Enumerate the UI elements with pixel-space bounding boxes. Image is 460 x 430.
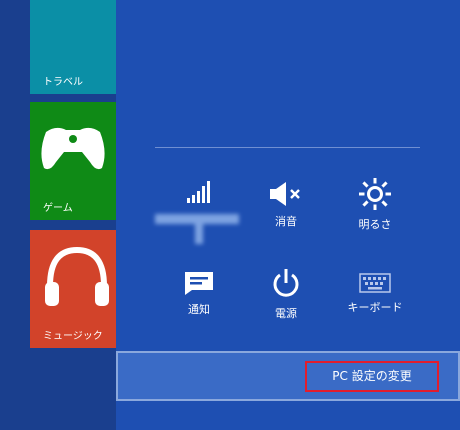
tile-games[interactable]: ゲーム xyxy=(30,102,116,220)
tile-music-label: ミュージック xyxy=(43,331,103,342)
volume-label: 消音 xyxy=(275,215,297,228)
keyboard-label: キーボード xyxy=(347,301,403,314)
notifications-label: 通知 xyxy=(188,303,210,316)
signal-bars-icon xyxy=(187,181,210,203)
speaker-muted-icon xyxy=(270,182,300,206)
network-setting[interactable] xyxy=(159,181,239,209)
notifications-setting[interactable]: 通知 xyxy=(159,271,239,317)
power-setting[interactable]: 電源 xyxy=(246,267,326,321)
headphones-icon xyxy=(45,246,109,306)
divider xyxy=(155,147,420,148)
change-pc-settings-button[interactable]: PC 設定の変更 xyxy=(305,361,439,392)
tile-games-label: ゲーム xyxy=(43,203,73,214)
sun-icon xyxy=(359,178,391,210)
keyboard-icon xyxy=(359,273,391,293)
network-name-blurred xyxy=(155,210,243,246)
power-icon xyxy=(273,269,299,297)
brightness-label: 明るさ xyxy=(358,218,392,231)
tile-travel-label: トラベル xyxy=(43,77,83,88)
tile-travel[interactable]: トラベル xyxy=(30,0,116,94)
gamepad-icon xyxy=(41,127,105,170)
brightness-setting[interactable]: 明るさ xyxy=(335,178,415,232)
notification-icon xyxy=(185,272,213,295)
keyboard-setting[interactable]: キーボード xyxy=(335,273,415,315)
power-label: 電源 xyxy=(275,307,297,320)
volume-setting[interactable]: 消音 xyxy=(246,181,326,229)
tile-music[interactable]: ミュージック xyxy=(30,230,116,348)
